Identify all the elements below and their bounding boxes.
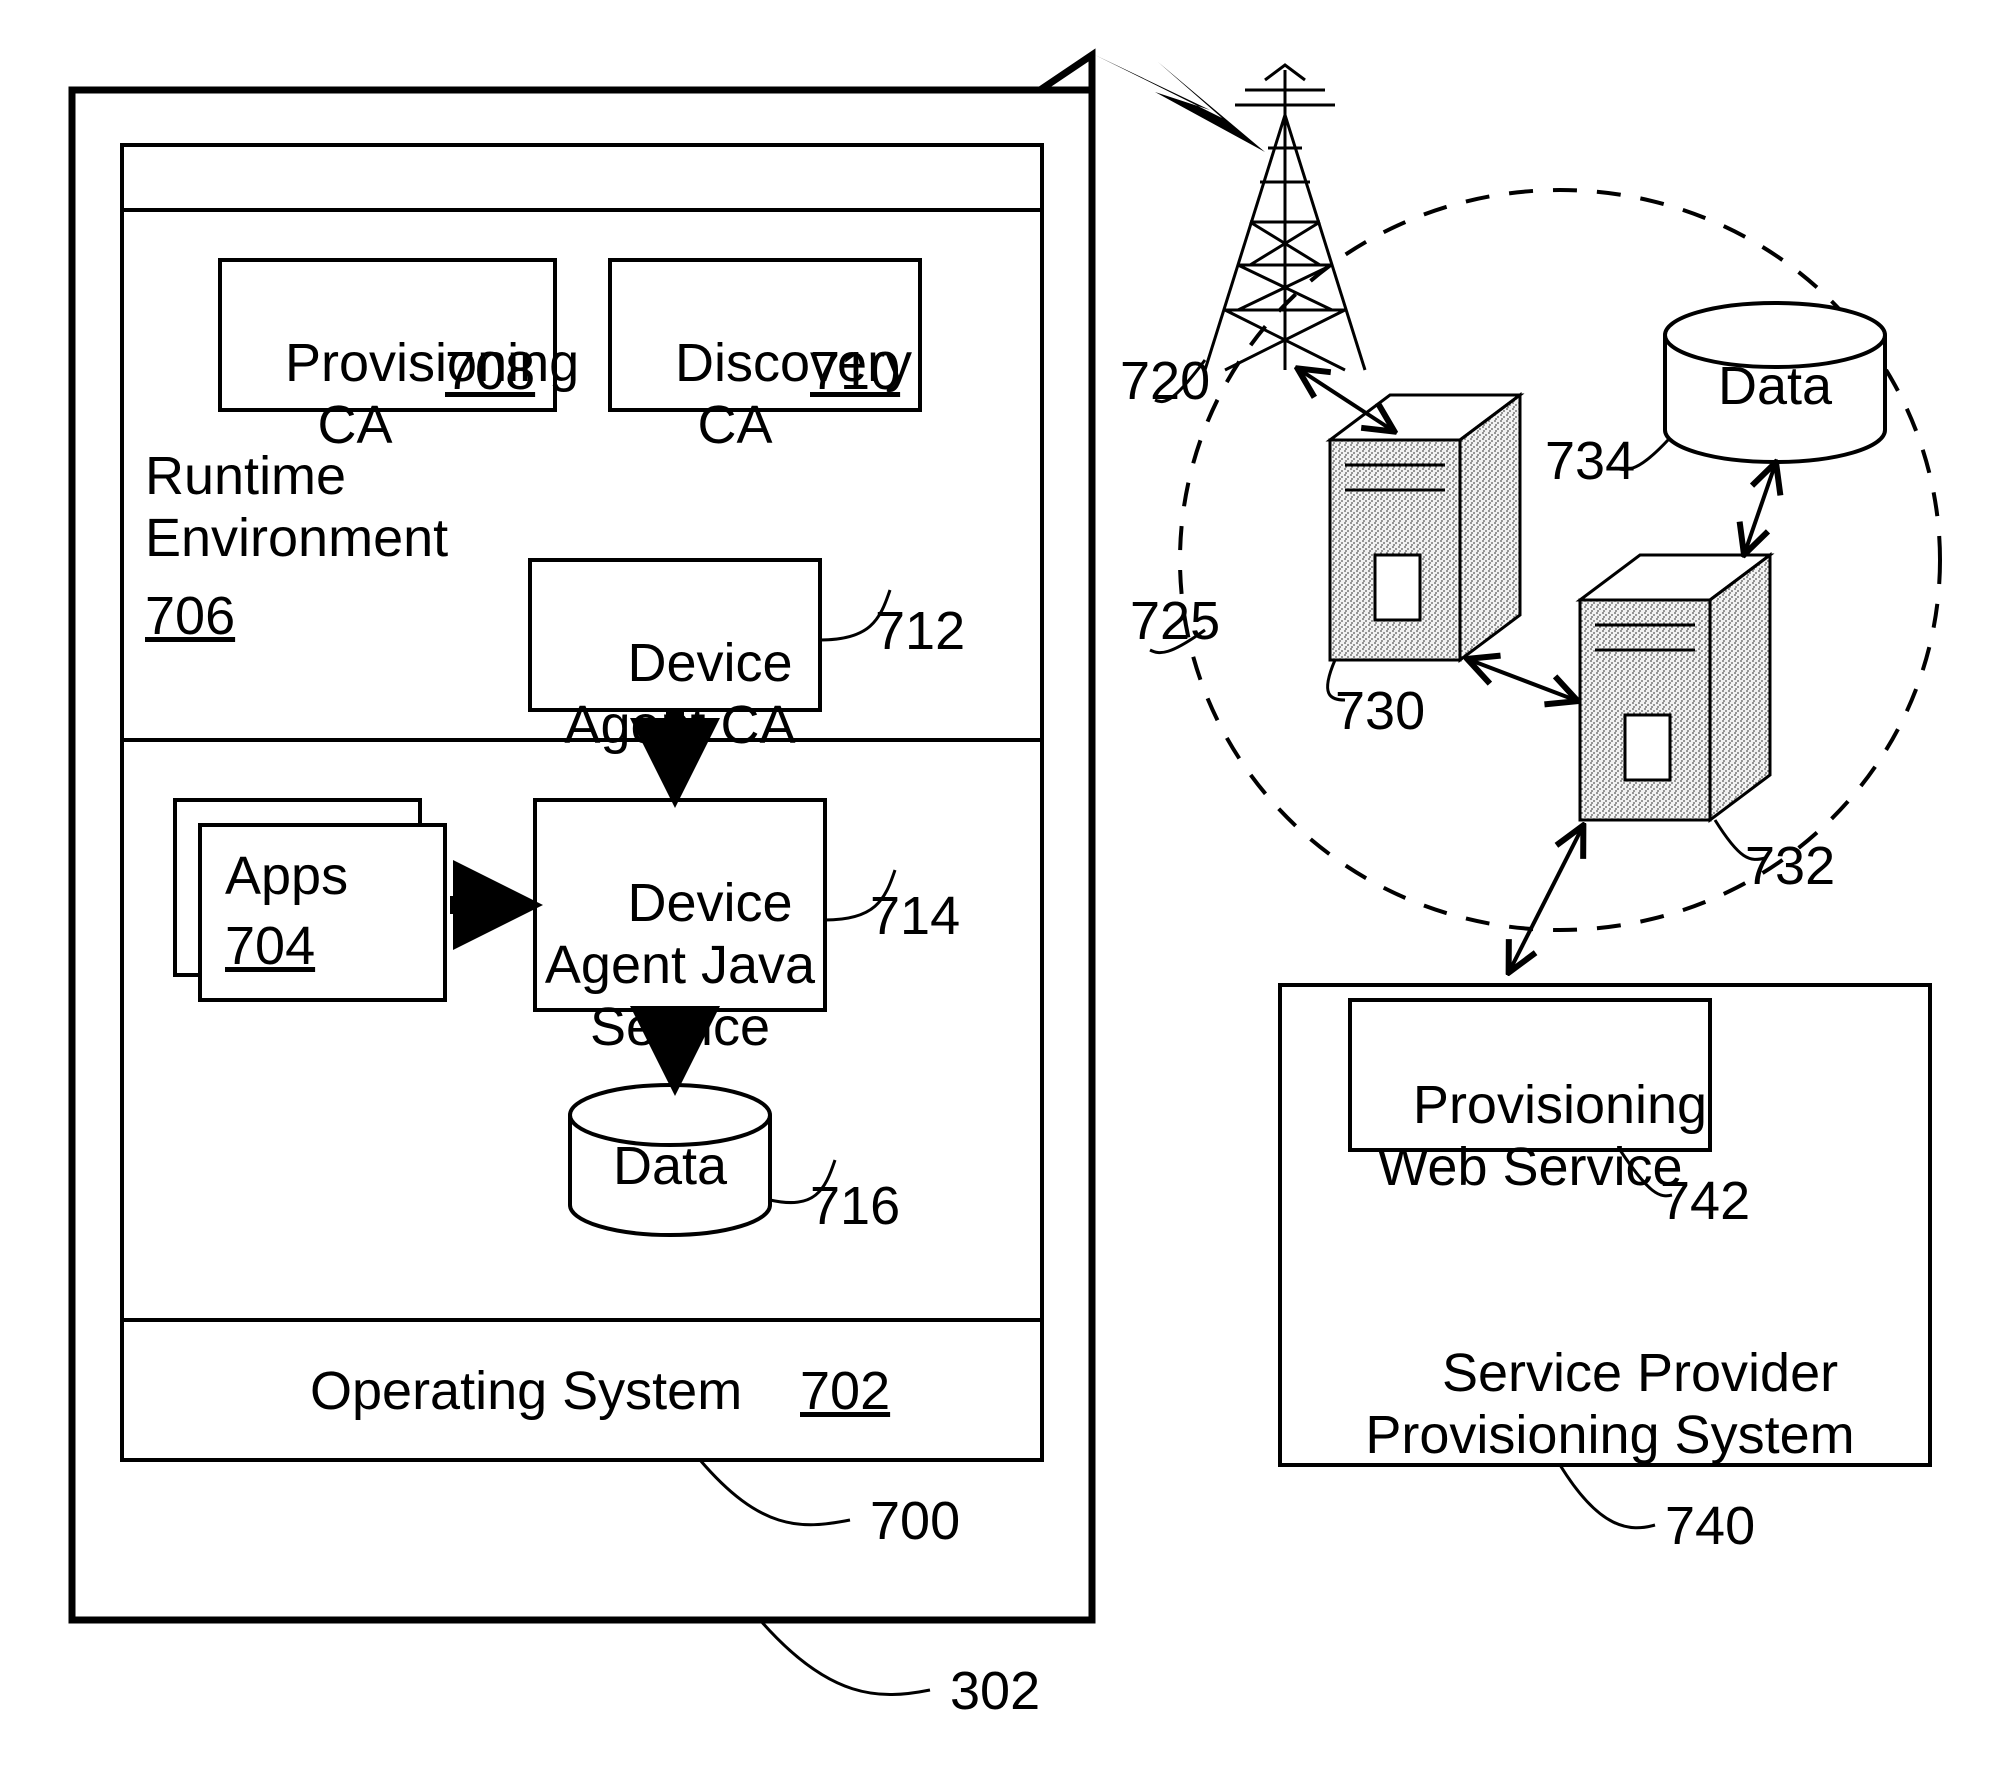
apps-label: Apps <box>225 845 348 907</box>
server-b-icon <box>1580 555 1770 820</box>
device-agent-java-ref: 714 <box>870 885 960 947</box>
runtime-env-label: Runtime Environment <box>145 445 448 569</box>
cloud-ref: 725 <box>1130 590 1220 652</box>
cloud-data-label: Data <box>1665 355 1885 417</box>
device-ref: 302 <box>950 1660 1040 1722</box>
discovery-ca-ref: 710 <box>810 340 900 402</box>
provisioning-web-service-label: Provisioning Web Service <box>1350 1012 1710 1260</box>
cloud-data-ref: 734 <box>1545 430 1635 492</box>
device-agent-ca-ref: 712 <box>875 600 965 662</box>
device-agent-java-label: Device Agent Java Service <box>535 810 825 1120</box>
server-a-ref: 730 <box>1335 680 1425 742</box>
link-tower-server-a <box>1300 370 1392 430</box>
provisioning-ca-ref: 708 <box>445 340 535 402</box>
provisioning-web-service-ref: 742 <box>1660 1170 1750 1232</box>
tower-ref: 720 <box>1120 350 1210 412</box>
runtime-env-ref: 706 <box>145 585 235 647</box>
os-ref: 702 <box>800 1360 890 1422</box>
local-data-label: Data <box>570 1135 770 1197</box>
os-label: Operating System <box>310 1360 742 1422</box>
carrier-cloud <box>1180 190 1940 930</box>
service-provider-title: Service Provider Provisioning System <box>1300 1280 1920 1528</box>
local-data-ref: 716 <box>810 1175 900 1237</box>
cell-tower-icon <box>1205 65 1365 370</box>
server-a-icon <box>1330 395 1520 660</box>
server-b-ref: 732 <box>1745 835 1835 897</box>
link-server-a-server-b <box>1470 660 1575 700</box>
stack-ref: 700 <box>870 1490 960 1552</box>
link-data-server-b <box>1745 465 1775 552</box>
link-server-b-webservice <box>1510 828 1582 970</box>
device-agent-ca-label: Device Agent CA <box>535 570 825 818</box>
apps-ref: 704 <box>225 915 315 977</box>
service-provider-ref: 740 <box>1665 1495 1755 1557</box>
